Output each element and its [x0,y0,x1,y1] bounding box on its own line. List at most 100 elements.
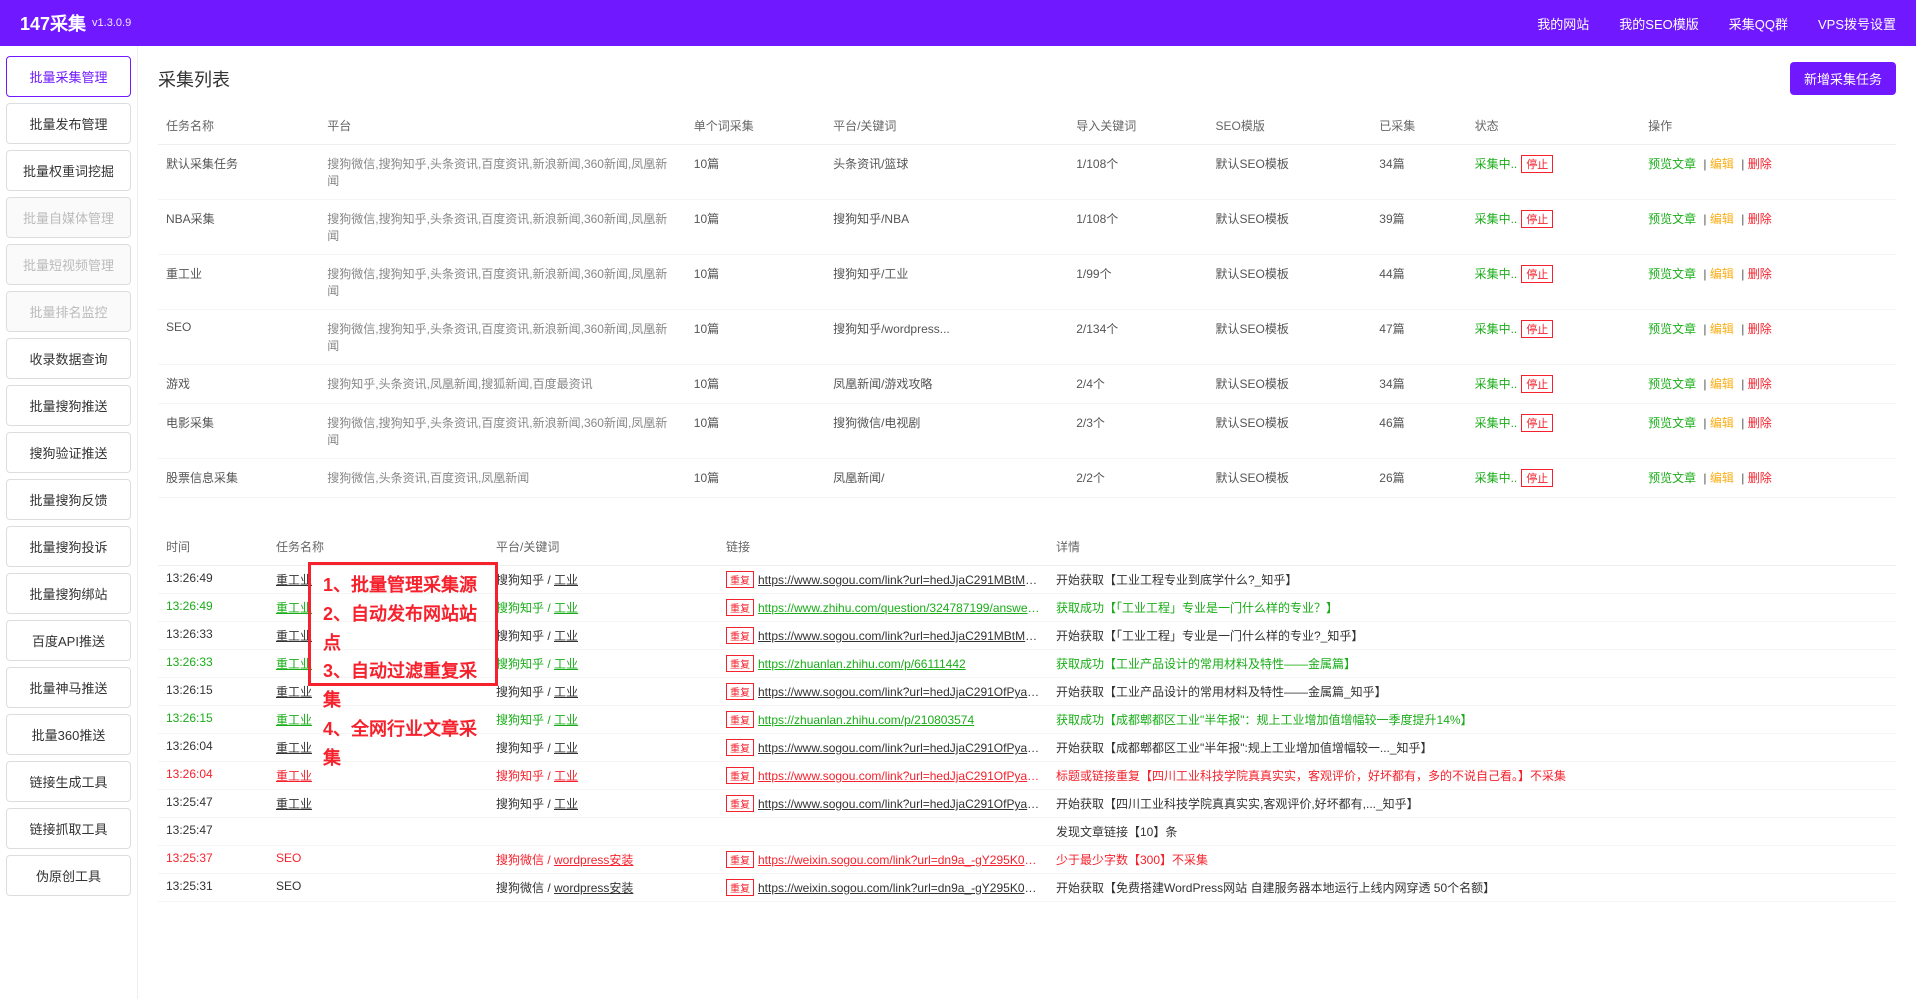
nav-seo-template[interactable]: 我的SEO模版 [1619,14,1698,33]
delete-link[interactable]: 删除 [1748,377,1772,391]
stop-button[interactable]: 停止 [1521,210,1553,228]
edit-link[interactable]: 编辑 [1710,416,1734,430]
sidebar-item[interactable]: 批量采集管理 [6,56,131,97]
task-link[interactable]: 重工业 [276,629,312,643]
log-time: 13:25:37 [158,846,268,874]
sidebar-item[interactable]: 批量神马推送 [6,667,131,708]
stop-button[interactable]: 停止 [1521,320,1553,338]
url-link[interactable]: https://www.sogou.com/link?url=hedJjaC29… [758,741,1048,755]
url-link[interactable]: https://www.sogou.com/link?url=hedJjaC29… [758,685,1048,699]
nav-qq-group[interactable]: 采集QQ群 [1729,14,1788,33]
keyword-link[interactable]: 工业 [554,769,578,783]
sidebar-item[interactable]: 链接生成工具 [6,761,131,802]
stop-button[interactable]: 停止 [1521,265,1553,283]
sidebar-item[interactable]: 搜狗验证推送 [6,432,131,473]
task-link[interactable]: 重工业 [276,685,312,699]
cell: 默认SEO模板 [1208,459,1372,498]
log-time: 13:25:47 [158,790,268,818]
sidebar-item[interactable]: 收录数据查询 [6,338,131,379]
url-link[interactable]: https://www.sogou.com/link?url=hedJjaC29… [758,797,1048,811]
task-link[interactable]: 重工业 [276,657,312,671]
cell: 46篇 [1371,404,1466,459]
cell: 股票信息采集 [158,459,319,498]
task-link[interactable]: 重工业 [276,713,312,727]
preview-link[interactable]: 预览文章 [1648,157,1696,171]
keyword-link[interactable]: 工业 [554,741,578,755]
status-cell: 采集中..停止 [1467,200,1640,255]
sidebar-item[interactable]: 批量搜狗反馈 [6,479,131,520]
ops-cell: 预览文章 | 编辑 | 删除 [1640,459,1896,498]
keyword-link[interactable]: 工业 [554,629,578,643]
url-link[interactable]: https://weixin.sogou.com/link?url=dn9a_-… [758,881,1048,895]
sidebar-item[interactable]: 批量搜狗绑站 [6,573,131,614]
url-link[interactable]: https://www.zhihu.com/question/324787199… [758,601,1048,615]
task-link[interactable]: 重工业 [276,769,312,783]
keyword-link[interactable]: 工业 [554,797,578,811]
preview-link[interactable]: 预览文章 [1648,322,1696,336]
app-logo: 147采集 [20,10,86,36]
sidebar-item[interactable]: 伪原创工具 [6,855,131,896]
edit-link[interactable]: 编辑 [1710,377,1734,391]
edit-link[interactable]: 编辑 [1710,322,1734,336]
keyword-link[interactable]: 工业 [554,601,578,615]
sidebar-item[interactable]: 批量360推送 [6,714,131,755]
log-detail: 少于最少字数【300】不采集 [1048,846,1896,874]
keyword-link[interactable]: 工业 [554,657,578,671]
add-task-button[interactable]: 新增采集任务 [1790,62,1896,95]
task-link[interactable]: 重工业 [276,601,312,615]
keyword-link[interactable]: wordpress安装 [554,881,633,895]
sidebar-item[interactable]: 批量搜狗推送 [6,385,131,426]
status-running: 采集中.. [1475,377,1518,391]
sidebar-item[interactable]: 批量权重词挖掘 [6,150,131,191]
sidebar-item[interactable]: 批量发布管理 [6,103,131,144]
status-cell: 采集中..停止 [1467,310,1640,365]
task-link[interactable]: 重工业 [276,573,312,587]
stop-button[interactable]: 停止 [1521,469,1553,487]
stop-button[interactable]: 停止 [1521,375,1553,393]
sidebar-item[interactable]: 百度API推送 [6,620,131,661]
log-keyword: 搜狗知乎 / 工业 [488,650,718,678]
url-link[interactable]: https://www.sogou.com/link?url=hedJjaC29… [758,769,1048,783]
nav-my-site[interactable]: 我的网站 [1537,14,1589,33]
edit-link[interactable]: 编辑 [1710,471,1734,485]
cell: NBA采集 [158,200,319,255]
edit-link[interactable]: 编辑 [1710,267,1734,281]
delete-link[interactable]: 删除 [1748,267,1772,281]
keyword-link[interactable]: 工业 [554,573,578,587]
sidebar-item[interactable]: 批量搜狗投诉 [6,526,131,567]
keyword-link[interactable]: 工业 [554,685,578,699]
edit-link[interactable]: 编辑 [1710,212,1734,226]
task-link[interactable]: 重工业 [276,741,312,755]
task-link[interactable]: 重工业 [276,797,312,811]
url-link[interactable]: https://zhuanlan.zhihu.com/p/210803574 [758,713,974,727]
url-link[interactable]: https://zhuanlan.zhihu.com/p/66111442 [758,657,966,671]
preview-link[interactable]: 预览文章 [1648,471,1696,485]
delete-link[interactable]: 删除 [1748,157,1772,171]
log-task: 重工业 [268,566,488,594]
preview-link[interactable]: 预览文章 [1648,212,1696,226]
preview-link[interactable]: 预览文章 [1648,377,1696,391]
stop-button[interactable]: 停止 [1521,414,1553,432]
log-url [718,818,1048,846]
keyword-link[interactable]: 工业 [554,713,578,727]
log-detail: 开始获取【免费搭建WordPress网站 自建服务器本地运行上线内网穿透 50个… [1048,874,1896,902]
cell: 10篇 [686,459,825,498]
log-url: 重复https://www.sogou.com/link?url=hedJjaC… [718,622,1048,650]
url-link[interactable]: https://www.sogou.com/link?url=hedJjaC29… [758,629,1048,643]
delete-link[interactable]: 删除 [1748,471,1772,485]
log-task: 重工业 [268,790,488,818]
delete-link[interactable]: 删除 [1748,212,1772,226]
delete-link[interactable]: 删除 [1748,416,1772,430]
preview-link[interactable]: 预览文章 [1648,416,1696,430]
stop-button[interactable]: 停止 [1521,155,1553,173]
edit-link[interactable]: 编辑 [1710,157,1734,171]
dup-badge-icon: 重复 [726,795,754,812]
nav-vps-dial[interactable]: VPS拨号设置 [1818,14,1896,33]
cell: 默认SEO模板 [1208,200,1372,255]
preview-link[interactable]: 预览文章 [1648,267,1696,281]
keyword-link[interactable]: wordpress安装 [554,853,633,867]
url-link[interactable]: https://www.sogou.com/link?url=hedJjaC29… [758,573,1048,587]
url-link[interactable]: https://weixin.sogou.com/link?url=dn9a_-… [758,853,1048,867]
delete-link[interactable]: 删除 [1748,322,1772,336]
sidebar-item[interactable]: 链接抓取工具 [6,808,131,849]
